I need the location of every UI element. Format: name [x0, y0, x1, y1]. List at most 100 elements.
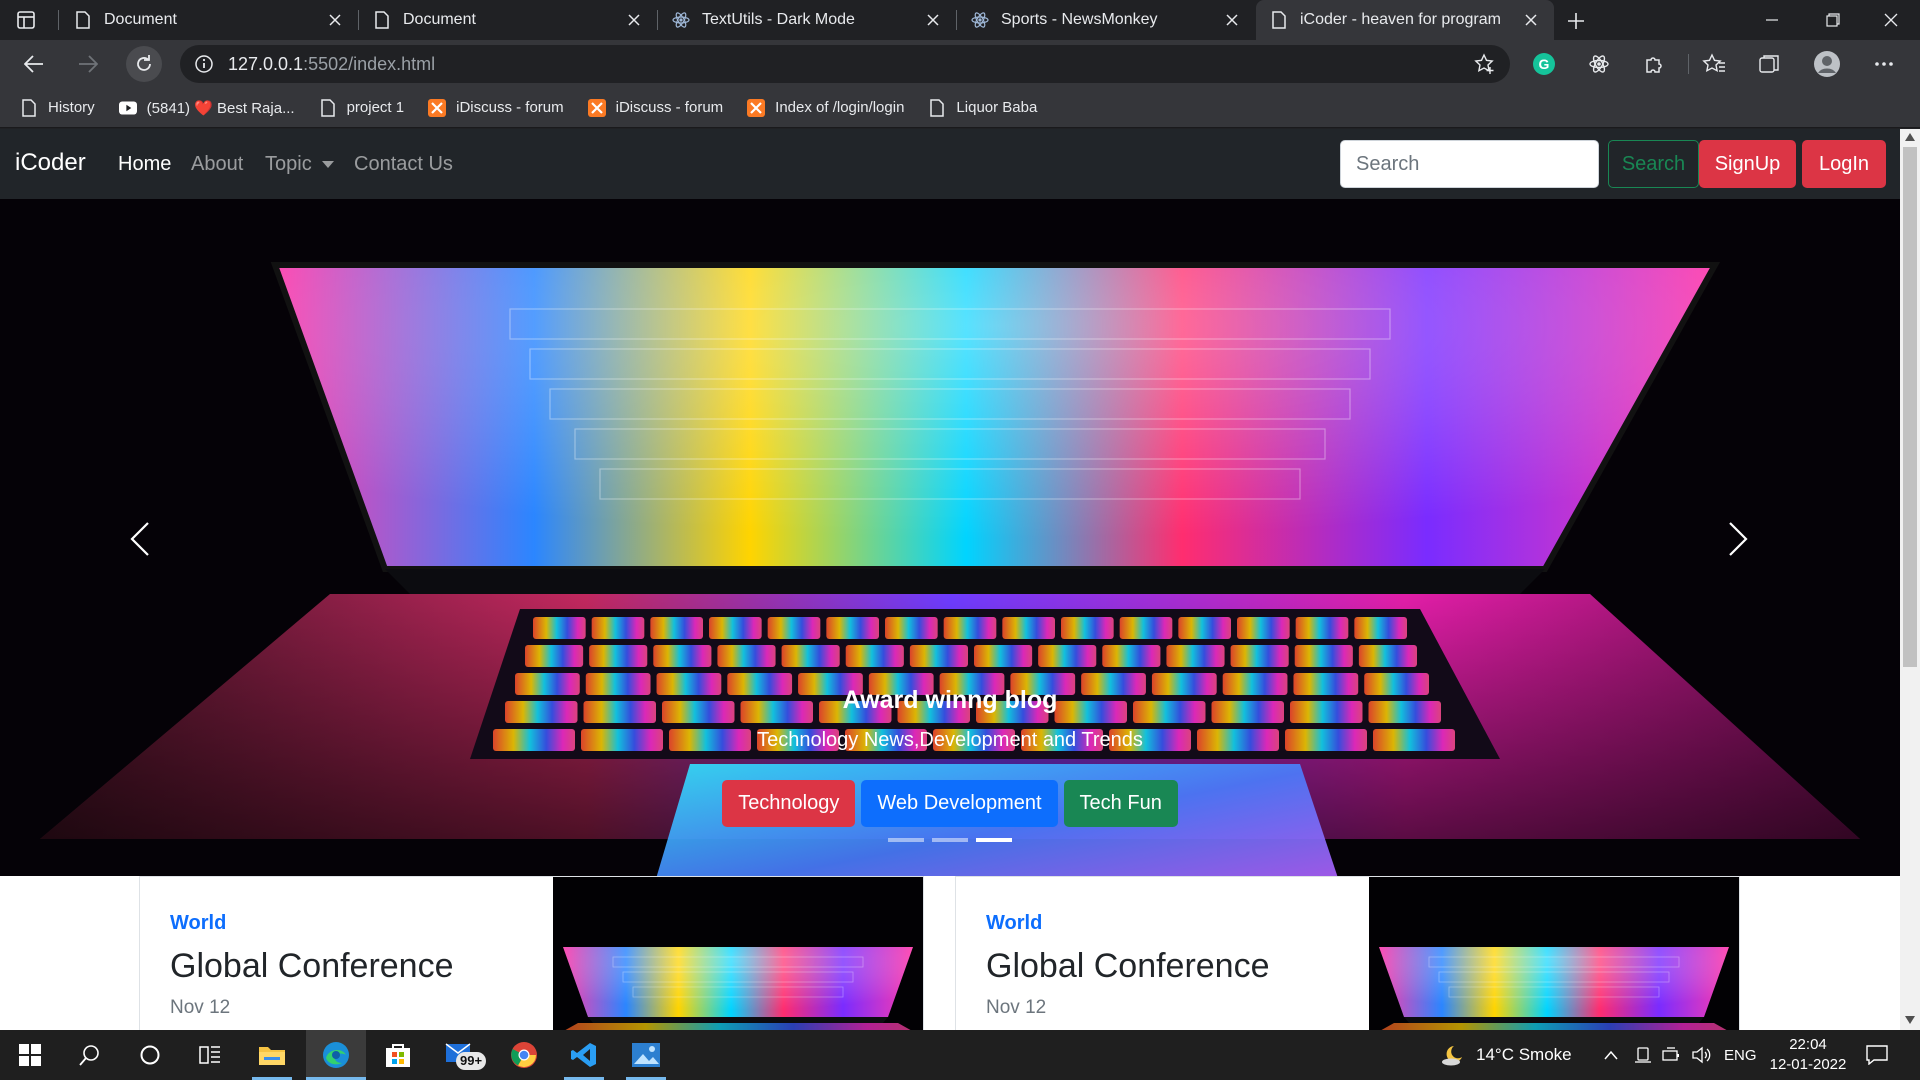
notifications-icon[interactable] — [1866, 1030, 1888, 1080]
page-icon — [928, 98, 946, 117]
close-tab-icon[interactable] — [619, 5, 649, 35]
tab-label: Document — [403, 11, 476, 28]
volume-icon[interactable] — [1692, 1030, 1712, 1080]
carousel-buttons: Technology Web Development Tech Fun — [0, 780, 1900, 827]
browser-tab[interactable]: Document — [60, 0, 358, 40]
url-text: 127.0.0.1:5502/index.html — [228, 53, 436, 74]
carousel-prev-icon[interactable] — [120, 519, 160, 559]
mail-badge: 99+ — [456, 1052, 487, 1070]
tab-actions-icon[interactable] — [16, 10, 38, 30]
card-category: World — [986, 912, 1043, 934]
profile-avatar-icon[interactable] — [1809, 46, 1845, 82]
weather-widget[interactable]: 14°C Smoke — [1440, 1030, 1572, 1080]
site-brand[interactable]: iCoder — [15, 149, 86, 177]
clock[interactable]: 22:04 12-01-2022 — [1768, 1030, 1848, 1080]
page-icon — [20, 98, 38, 117]
nav-about-link[interactable]: About — [191, 153, 243, 176]
bookmark-history[interactable]: History — [20, 98, 95, 117]
carousel-title: Award winng blog — [842, 686, 1058, 714]
bookmark-idiscuss-forum-2[interactable]: iDiscuss - forum — [587, 98, 723, 117]
weather-text: 14°C Smoke — [1476, 1045, 1572, 1064]
tab-label: TextUtils - Dark Mode — [702, 11, 855, 28]
page-scrollbar[interactable] — [1900, 129, 1920, 1030]
technology-button[interactable]: Technology — [722, 780, 856, 827]
bookmarks-bar: History (5841) ❤️ Best Raja... project 1… — [0, 88, 1920, 128]
mail-icon[interactable]: 99+ — [434, 1030, 490, 1080]
extensions-icon[interactable] — [1636, 46, 1672, 82]
xampp-icon — [428, 98, 447, 117]
meet-now-icon[interactable] — [1634, 1030, 1652, 1080]
login-button[interactable]: LogIn — [1802, 140, 1886, 188]
close-window-icon[interactable] — [1876, 10, 1906, 30]
carousel-indicator-active[interactable] — [976, 838, 1012, 842]
tab-label: iCoder - heaven for program — [1300, 11, 1501, 28]
photos-icon[interactable] — [618, 1030, 674, 1080]
card-date: Nov 12 — [170, 997, 231, 1018]
bookmark-youtube[interactable]: (5841) ❤️ Best Raja... — [118, 99, 295, 117]
vscode-icon[interactable] — [556, 1030, 612, 1080]
grammarly-icon[interactable]: G — [1526, 46, 1562, 82]
forward-icon[interactable] — [70, 46, 106, 82]
search-input[interactable] — [1340, 140, 1599, 188]
language-indicator[interactable]: ENG — [1724, 1030, 1757, 1080]
more-options-icon[interactable] — [1866, 46, 1902, 82]
react-devtools-icon[interactable] — [1581, 46, 1617, 82]
web-development-button[interactable]: Web Development — [861, 780, 1058, 827]
add-favorite-icon[interactable] — [1474, 53, 1496, 75]
close-tab-icon[interactable] — [1217, 5, 1247, 35]
new-tab-icon[interactable] — [1563, 8, 1589, 34]
address-bar[interactable]: 127.0.0.1:5502/index.html — [180, 45, 1510, 83]
card-category: World — [170, 912, 227, 934]
nav-contact-link[interactable]: Contact Us — [354, 153, 453, 176]
tech-fun-button[interactable]: Tech Fun — [1063, 780, 1178, 827]
search-icon[interactable] — [62, 1030, 118, 1080]
react-icon — [672, 11, 690, 29]
close-tab-icon[interactable] — [320, 5, 350, 35]
browser-toolbar: 127.0.0.1:5502/index.html G — [0, 40, 1920, 88]
back-icon[interactable] — [16, 46, 52, 82]
bookmark-liquor-baba[interactable]: Liquor Baba — [928, 98, 1037, 117]
reload-icon[interactable] — [126, 46, 162, 82]
bookmark-idiscuss-forum[interactable]: iDiscuss - forum — [428, 98, 564, 117]
close-tab-icon[interactable] — [918, 5, 948, 35]
browser-tab[interactable]: TextUtils - Dark Mode — [658, 0, 956, 40]
microsoft-store-icon[interactable] — [370, 1030, 426, 1080]
nav-home-link[interactable]: Home — [118, 153, 171, 176]
close-tab-icon[interactable] — [1516, 5, 1546, 35]
collections-icon[interactable] — [1751, 46, 1787, 82]
carousel-indicator[interactable] — [888, 838, 924, 842]
scroll-up-icon[interactable] — [1905, 133, 1915, 141]
favorites-icon[interactable] — [1696, 46, 1732, 82]
card-title: Global Conference — [170, 947, 454, 985]
scrollbar-thumb[interactable] — [1903, 147, 1917, 667]
windows-start-icon[interactable] — [0, 1030, 60, 1080]
chrome-icon[interactable] — [496, 1030, 552, 1080]
bookmark-index-login[interactable]: Index of /login/login — [747, 98, 904, 117]
browser-tab[interactable]: Document — [359, 0, 657, 40]
signup-button[interactable]: SignUp — [1699, 140, 1796, 188]
minimize-icon[interactable] — [1757, 10, 1787, 30]
edge-browser-icon[interactable] — [306, 1030, 366, 1080]
browser-tab[interactable]: Sports - NewsMonkey — [957, 0, 1255, 40]
hero-carousel: Award winng blog Technology News,Develop… — [0, 199, 1900, 876]
card-thumbnail-image — [1369, 877, 1739, 1030]
scroll-down-icon[interactable] — [1905, 1016, 1915, 1024]
carousel-indicator[interactable] — [932, 838, 968, 842]
show-hidden-icons[interactable] — [1604, 1030, 1618, 1080]
carousel-next-icon[interactable] — [1718, 519, 1758, 559]
site-info-icon[interactable] — [194, 54, 214, 74]
file-explorer-icon[interactable] — [244, 1030, 300, 1080]
task-view-icon[interactable] — [182, 1030, 238, 1080]
restore-icon[interactable] — [1818, 10, 1848, 30]
browser-tab-active[interactable]: iCoder - heaven for program — [1256, 0, 1554, 40]
browser-tab-strip: Document Document TextUtils - Dark Mode … — [0, 0, 1920, 40]
cortana-icon[interactable] — [122, 1030, 178, 1080]
search-button[interactable]: Search — [1608, 140, 1699, 188]
battery-icon[interactable] — [1662, 1030, 1682, 1080]
carousel-subtitle: Technology News,Development and Trends — [757, 729, 1143, 751]
carousel-indicators — [0, 838, 1900, 842]
bookmark-project-1[interactable]: project 1 — [319, 98, 404, 117]
nav-topic-dropdown[interactable]: Topic — [265, 153, 334, 176]
page-icon — [74, 11, 92, 29]
xampp-icon — [747, 98, 766, 117]
